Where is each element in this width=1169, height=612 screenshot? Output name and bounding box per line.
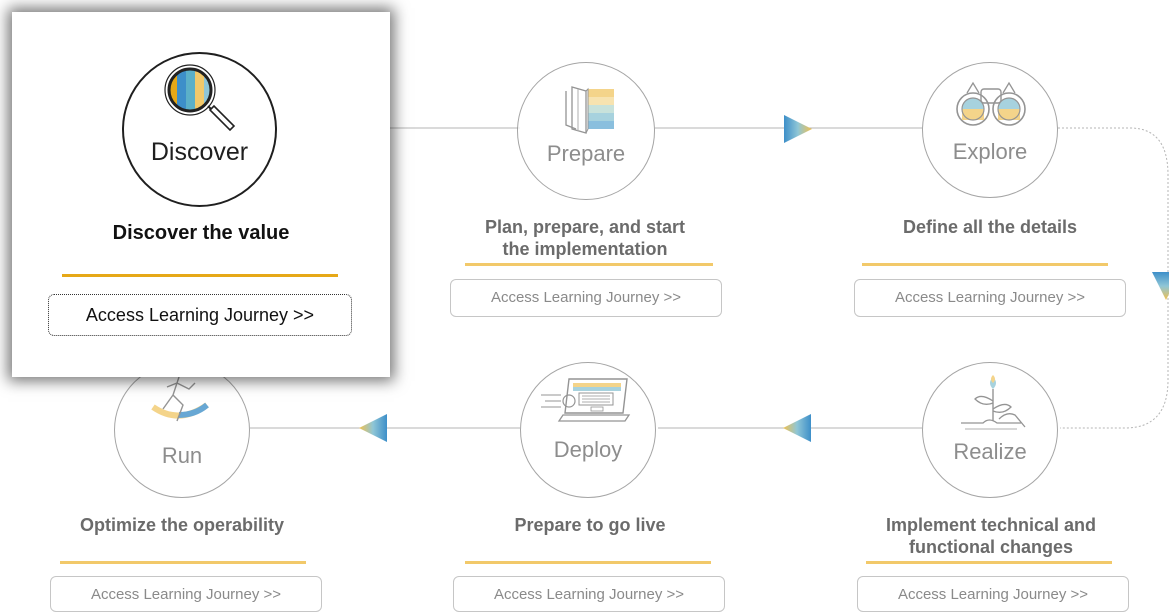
explore-underline — [862, 263, 1108, 266]
book-icon — [565, 86, 614, 134]
run-phase-circle[interactable]: Run — [114, 362, 250, 498]
deploy-circle-label: Deploy — [553, 437, 623, 462]
discover-underline — [62, 274, 338, 277]
discover-circle-label: Discover — [150, 138, 249, 166]
prepare-description: Plan, prepare, and start the implementat… — [440, 216, 730, 260]
journey-diagram: Prepare Plan, prepare, and start the imp… — [0, 0, 1169, 612]
deploy-underline — [465, 561, 711, 564]
discover-access-learning-journey-button[interactable]: Access Learning Journey >> — [48, 294, 352, 336]
run-access-learning-journey-button[interactable]: Access Learning Journey >> — [50, 576, 322, 612]
run-circle-label: Run — [161, 443, 203, 468]
deploy-phase-circle[interactable]: Deploy — [520, 362, 656, 498]
realize-access-learning-journey-button[interactable]: Access Learning Journey >> — [857, 576, 1129, 612]
deploy-description: Prepare to go live — [514, 515, 666, 535]
arrow-down-icon — [1152, 272, 1169, 300]
prepare-phase-circle[interactable]: Prepare — [517, 62, 655, 200]
realize-description-line2: functional changes — [908, 537, 1074, 557]
realize-description: Implement technical and functional chang… — [838, 514, 1144, 558]
prepare-description-line1: Plan, prepare, and start — [484, 217, 686, 237]
deploy-access-learning-journey-button[interactable]: Access Learning Journey >> — [453, 576, 725, 612]
magnifier-icon — [164, 64, 236, 132]
explore-access-learning-journey-button[interactable]: Access Learning Journey >> — [854, 279, 1126, 317]
discover-phase-circle[interactable]: Discover — [122, 52, 277, 207]
realize-description-line1: Implement technical and — [885, 515, 1097, 535]
plant-hand-icon — [961, 375, 1026, 430]
discover-highlight-card: Discover Discover the value Access Learn… — [12, 12, 390, 377]
prepare-access-learning-journey-button[interactable]: Access Learning Journey >> — [450, 279, 722, 317]
run-description: Optimize the operability — [79, 515, 285, 535]
realize-underline — [866, 561, 1112, 564]
arrow-left-icon — [783, 414, 811, 442]
prepare-circle-label: Prepare — [546, 141, 626, 166]
explore-circle-label: Explore — [952, 139, 1028, 164]
explore-phase-circle[interactable]: Explore — [922, 62, 1058, 198]
run-underline — [60, 561, 306, 564]
arrow-right-icon — [784, 115, 812, 143]
prepare-underline — [465, 263, 713, 266]
binoculars-icon — [956, 81, 1026, 126]
realize-phase-circle[interactable]: Realize — [922, 362, 1058, 498]
laptop-icon — [541, 378, 631, 422]
realize-circle-label: Realize — [953, 439, 1027, 464]
discover-description: Discover the value — [112, 222, 290, 244]
prepare-description-line2: the implementation — [502, 239, 668, 259]
explore-description: Define all the details — [902, 217, 1078, 237]
arrow-left-icon — [359, 414, 387, 442]
